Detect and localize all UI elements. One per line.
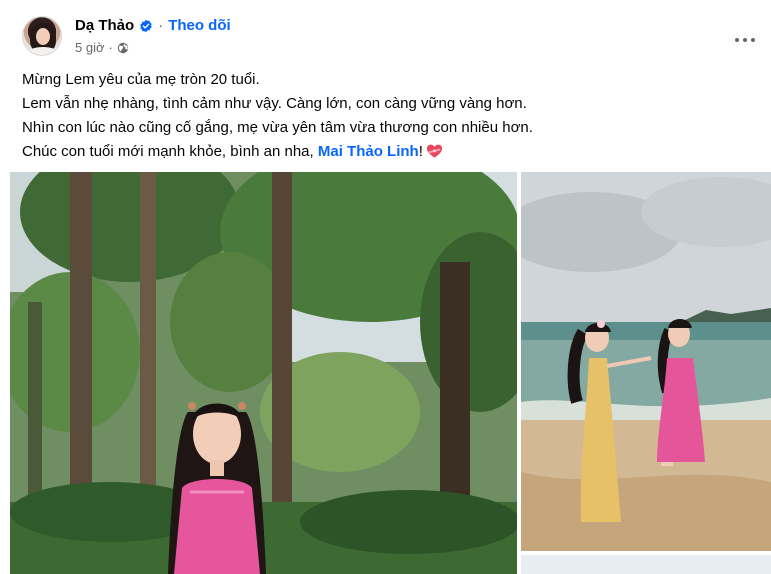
post-photo-beach[interactable] [521,172,771,551]
message-line: Lem vẫn nhẹ nhàng, tình cảm như vậy. Càn… [22,95,527,112]
more-options-icon[interactable] [727,22,763,58]
forest-photo-illustration [10,172,517,574]
post-timestamp[interactable]: 5 giờ [75,40,105,55]
message-line: Mừng Lem yêu của mẹ tròn 20 tuổi. [22,71,260,88]
post-photo-next[interactable] [521,555,771,574]
heart-with-ribbon-icon [426,144,442,158]
post-photo-forest[interactable] [10,172,517,574]
verified-badge-icon [140,19,152,32]
author-avatar[interactable] [22,16,62,56]
message-line-end: ! [418,143,423,160]
post-message: Mừng Lem yêu của mẹ tròn 20 tuổi. Lem vẫ… [22,68,752,164]
globe-icon[interactable] [117,42,129,54]
facebook-post: Dạ Thảo · Theo dõi 5 giờ · Mừng Lem yêu … [0,0,771,574]
meta-separator: · [108,40,113,55]
post-meta: 5 giờ · [75,40,129,55]
post-header: Dạ Thảo · Theo dõi 5 giờ · [17,12,757,60]
author-name[interactable]: Dạ Thảo [75,17,134,34]
beach-photo-illustration [521,172,771,551]
message-line: Chúc con tuổi mới mạnh khỏe, bình an nha… [22,140,752,164]
author-row: Dạ Thảo · Theo dõi [75,17,231,34]
message-line: Nhìn con lúc nào cũng cố gắng, mẹ vừa yê… [22,119,533,136]
mention-link[interactable]: Mai Thảo Linh [318,143,419,160]
name-separator: · [158,17,164,34]
follow-button[interactable]: Theo dõi [168,17,231,34]
message-line-text: Chúc con tuổi mới mạnh khỏe, bình an nha… [22,143,318,160]
